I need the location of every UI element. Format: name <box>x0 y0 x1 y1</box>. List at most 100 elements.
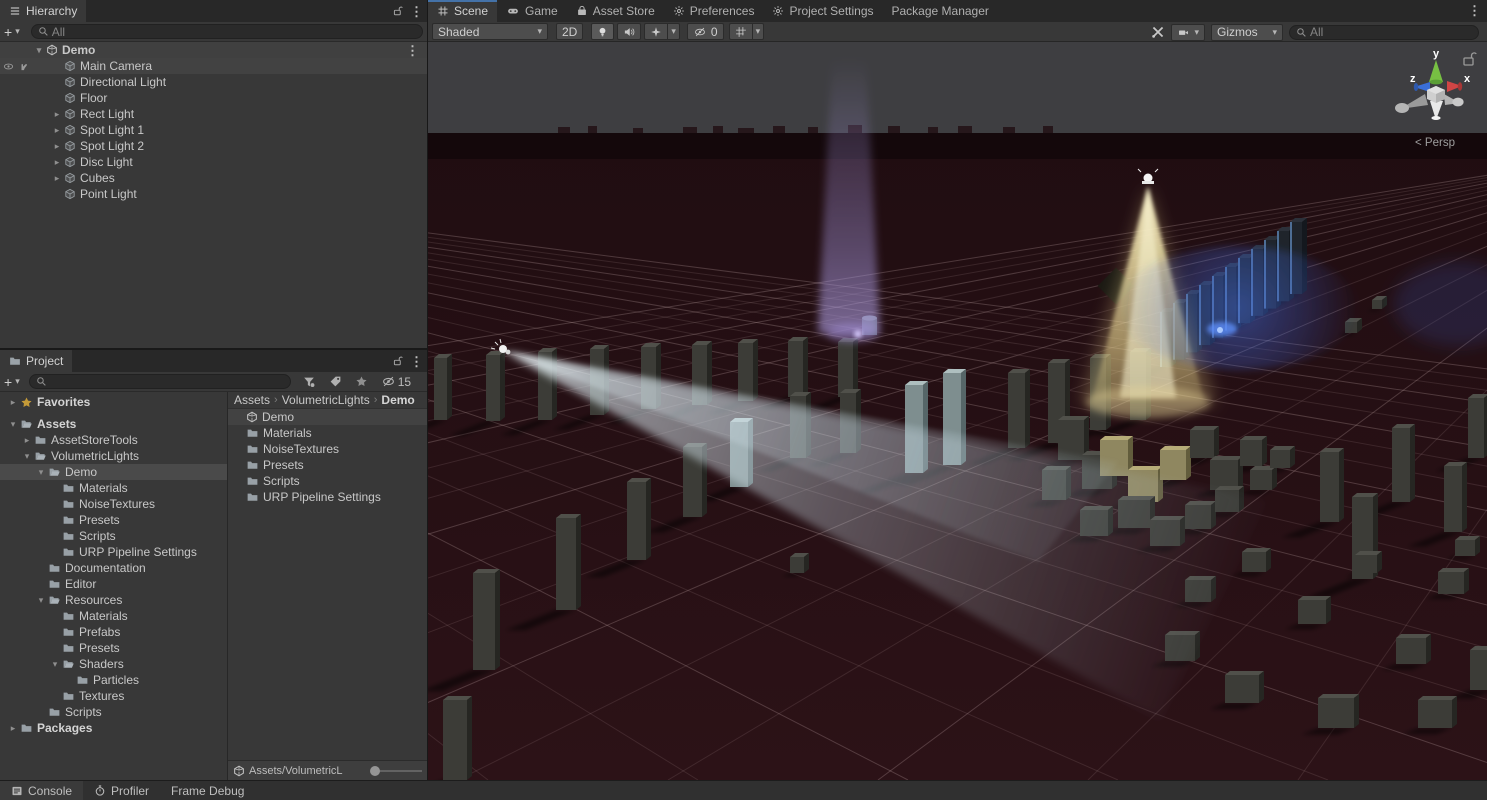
pickable-icon[interactable] <box>17 60 29 72</box>
hierarchy-item[interactable]: ▸Spot Light 2 <box>0 138 427 154</box>
grid-visibility-toggle[interactable] <box>729 23 752 40</box>
breadcrumb-item[interactable]: Assets <box>234 393 270 407</box>
asset-item-noisetextures[interactable]: NoiseTextures <box>228 441 427 457</box>
expander-arrow-icon[interactable]: ▾ <box>34 595 48 606</box>
add-caret-icon[interactable]: ▾ <box>15 27 20 36</box>
lock-icon[interactable] <box>392 5 403 17</box>
tree-item-materials[interactable]: Materials <box>0 608 227 624</box>
shading-mode-dropdown[interactable]: Shaded ▾ <box>432 23 548 40</box>
tree-item-prefabs[interactable]: Prefabs <box>0 624 227 640</box>
tree-item-editor[interactable]: Editor <box>0 576 227 592</box>
effects-caret-button[interactable]: ▾ <box>667 23 680 40</box>
breadcrumb-item[interactable]: Demo <box>381 393 414 407</box>
statusbar-tab-profiler[interactable]: Profiler <box>83 781 160 800</box>
tree-item-presets[interactable]: Presets <box>0 512 227 528</box>
expander-arrow-icon[interactable]: ▾ <box>48 659 62 670</box>
hidden-count-toggle[interactable]: 15 <box>381 375 411 389</box>
hierarchy-item[interactable]: Floor <box>0 90 427 106</box>
kebab-icon[interactable]: ⋮ <box>406 44 419 57</box>
camera-settings-dropdown[interactable]: ▾ <box>1171 24 1205 41</box>
expander-arrow-icon[interactable]: ▸ <box>50 109 64 120</box>
asset-item-demo[interactable]: Demo <box>228 409 427 425</box>
expander-arrow-icon[interactable]: ▾ <box>34 467 48 478</box>
tab-package-manager[interactable]: Package Manager <box>883 0 998 22</box>
expander-arrow-icon[interactable]: ▸ <box>50 173 64 184</box>
tree-item-materials[interactable]: Materials <box>0 480 227 496</box>
projection-mode-label[interactable]: < Persp <box>1415 137 1455 149</box>
hierarchy-tab[interactable]: Hierarchy <box>0 0 86 22</box>
tree-item-scripts[interactable]: Scripts <box>0 528 227 544</box>
expander-arrow-icon[interactable]: ▾ <box>20 451 34 462</box>
kebab-icon[interactable]: ⋮ <box>410 5 423 18</box>
expander-arrow-icon[interactable]: ▾ <box>32 45 46 56</box>
tree-item-favorites[interactable]: ▸Favorites <box>0 394 227 410</box>
2d-toggle-button[interactable]: 2D <box>556 23 583 40</box>
expander-arrow-icon[interactable]: ▸ <box>6 397 20 408</box>
statusbar-tab-frame-debug[interactable]: Frame Debug <box>160 781 255 800</box>
asset-item-presets[interactable]: Presets <box>228 457 427 473</box>
add-button[interactable]: + <box>4 25 12 39</box>
effects-toggle[interactable] <box>644 23 667 40</box>
kebab-icon[interactable]: ⋮ <box>1468 4 1481 17</box>
project-toolbar: + ▾ 15 <box>0 372 427 392</box>
hierarchy-item[interactable]: Main Camera <box>0 58 427 74</box>
tree-item-particles[interactable]: Particles <box>0 672 227 688</box>
lock-icon[interactable] <box>392 355 403 367</box>
tools-icon[interactable] <box>1151 25 1165 39</box>
expander-arrow-icon[interactable]: ▾ <box>6 419 20 430</box>
expander-arrow-icon[interactable]: ▸ <box>50 157 64 168</box>
expander-arrow-icon[interactable]: ▸ <box>50 141 64 152</box>
tab-preferences[interactable]: Preferences <box>664 0 764 22</box>
favorites-star-icon[interactable] <box>355 375 368 388</box>
hierarchy-scene-header[interactable]: ▾Demo⋮ <box>0 42 427 58</box>
tree-item-packages[interactable]: ▸Packages <box>0 720 227 736</box>
hierarchy-search-input[interactable]: All <box>31 24 423 39</box>
filter-by-type-icon[interactable] <box>302 375 316 389</box>
hierarchy-item[interactable]: ▸Rect Light <box>0 106 427 122</box>
asset-item-materials[interactable]: Materials <box>228 425 427 441</box>
tree-item-assets[interactable]: ▾Assets <box>0 416 227 432</box>
grid-caret-button[interactable]: ▾ <box>752 23 765 40</box>
scene-lighting-toggle[interactable] <box>591 23 614 40</box>
tree-item-documentation[interactable]: Documentation <box>0 560 227 576</box>
tree-item-urp-pipeline-settings[interactable]: URP Pipeline Settings <box>0 544 227 560</box>
add-button[interactable]: + <box>4 375 12 389</box>
expander-arrow-icon[interactable]: ▸ <box>20 435 34 446</box>
asset-item-urp-pipeline-settings[interactable]: URP Pipeline Settings <box>228 489 427 505</box>
hierarchy-item[interactable]: ▸Spot Light 1 <box>0 122 427 138</box>
project-tab[interactable]: Project <box>0 350 72 372</box>
tab-game[interactable]: Game <box>497 0 567 22</box>
tree-item-shaders[interactable]: ▾Shaders <box>0 656 227 672</box>
statusbar-tab-console[interactable]: Console <box>0 781 83 800</box>
tree-item-noisetextures[interactable]: NoiseTextures <box>0 496 227 512</box>
hidden-objects-toggle[interactable]: 0 <box>687 23 724 40</box>
gizmos-dropdown[interactable]: Gizmos ▾ <box>1211 24 1283 41</box>
asset-item-scripts[interactable]: Scripts <box>228 473 427 489</box>
tree-item-textures[interactable]: Textures <box>0 688 227 704</box>
hierarchy-item[interactable]: Point Light <box>0 186 427 202</box>
tree-item-resources[interactable]: ▾Resources <box>0 592 227 608</box>
tree-item-volumetriclights[interactable]: ▾VolumetricLights <box>0 448 227 464</box>
tab-asset-store[interactable]: Asset Store <box>567 0 664 22</box>
hierarchy-item[interactable]: Directional Light <box>0 74 427 90</box>
scene-search-input[interactable]: All <box>1289 25 1479 40</box>
tree-item-assetstoretools[interactable]: ▸AssetStoreTools <box>0 432 227 448</box>
filter-by-label-icon[interactable] <box>329 375 342 388</box>
tab-project-settings[interactable]: Project Settings <box>763 0 882 22</box>
hierarchy-item[interactable]: ▸Cubes <box>0 170 427 186</box>
hierarchy-item[interactable]: ▸Disc Light <box>0 154 427 170</box>
eye-icon[interactable] <box>2 61 15 72</box>
breadcrumb-item[interactable]: VolumetricLights <box>282 393 370 407</box>
add-caret-icon[interactable]: ▾ <box>15 377 20 386</box>
kebab-icon[interactable]: ⋮ <box>410 355 423 368</box>
tree-item-presets[interactable]: Presets <box>0 640 227 656</box>
audio-toggle[interactable] <box>617 23 641 40</box>
thumbnail-size-slider[interactable] <box>374 770 422 772</box>
expander-arrow-icon[interactable]: ▸ <box>6 723 20 734</box>
tab-scene[interactable]: Scene <box>428 0 497 22</box>
scene-viewport[interactable]: y z x < Persp <box>428 42 1487 780</box>
expander-arrow-icon[interactable]: ▸ <box>50 125 64 136</box>
tree-item-demo[interactable]: ▾Demo <box>0 464 227 480</box>
tree-item-scripts[interactable]: Scripts <box>0 704 227 720</box>
project-search-input[interactable] <box>29 374 291 389</box>
